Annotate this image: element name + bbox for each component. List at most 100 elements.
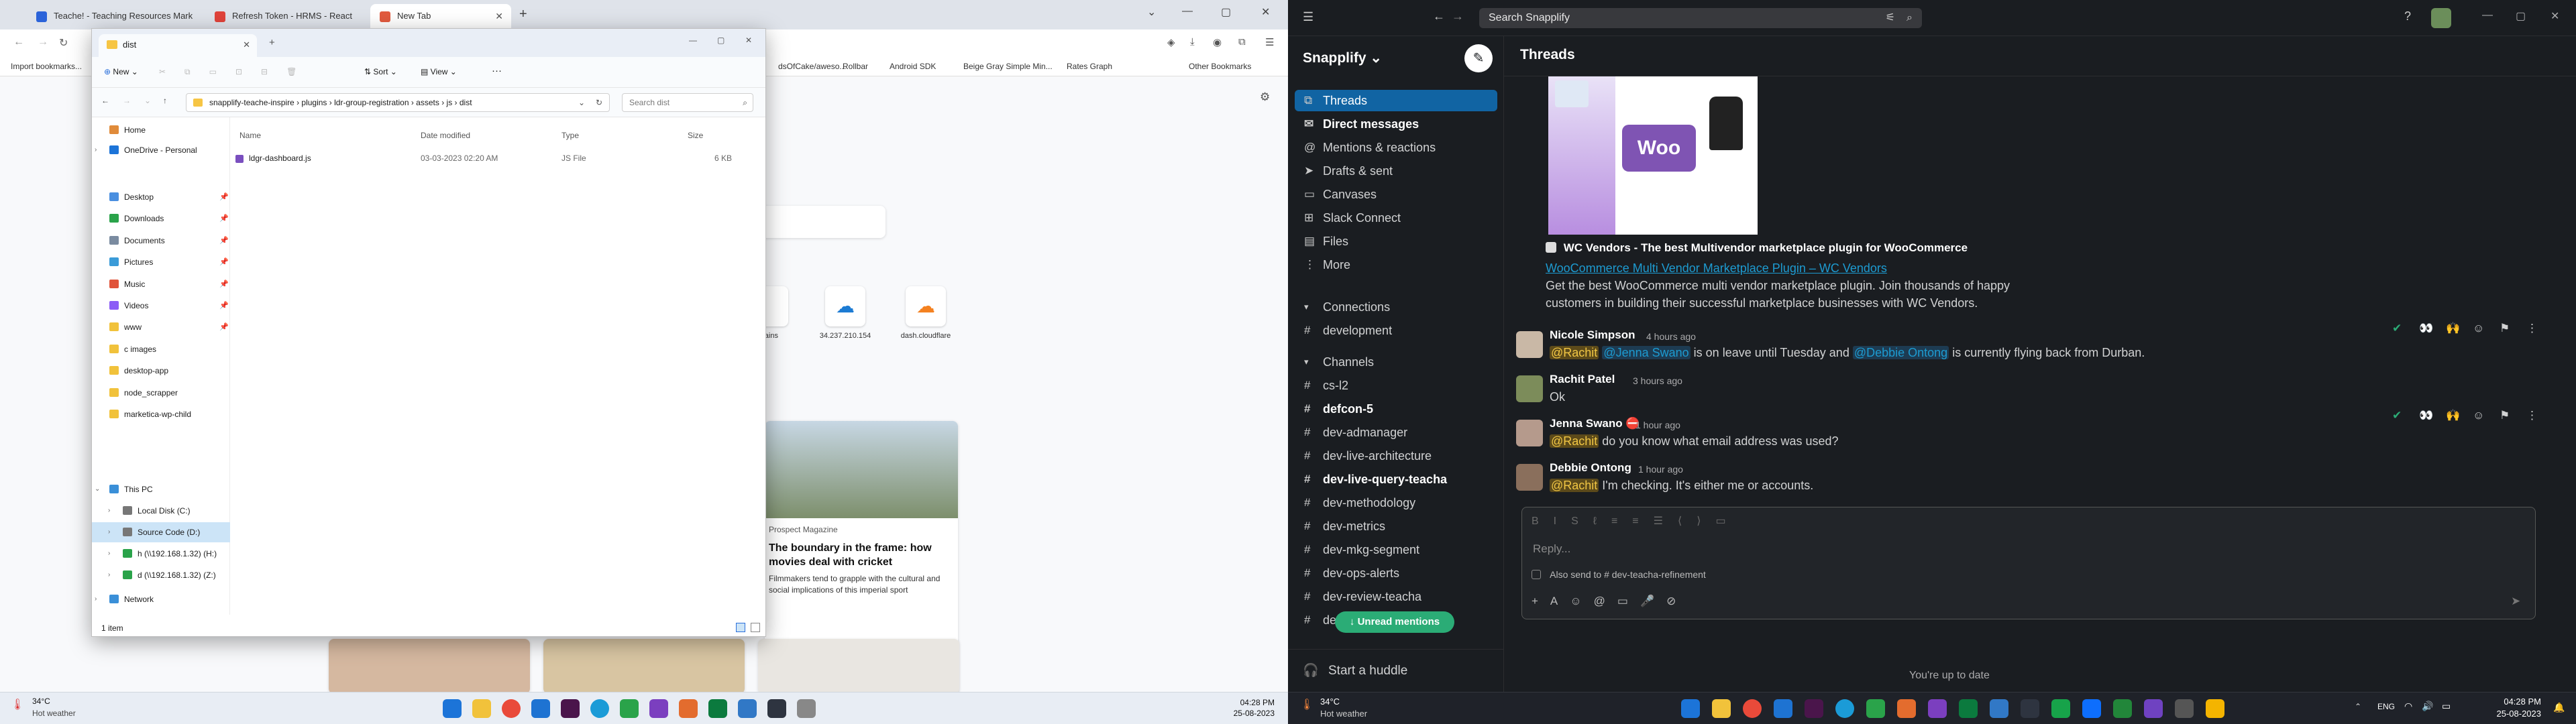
news-thumb-2[interactable]: [543, 639, 745, 694]
crumb[interactable]: snapplify-teache-inspire: [209, 98, 294, 107]
reply-input[interactable]: Reply...: [1533, 542, 1570, 556]
file-explorer-icon[interactable]: [1712, 699, 1731, 718]
nav-home[interactable]: Home: [92, 120, 230, 140]
news-thumb-3[interactable]: [758, 639, 959, 694]
message-time[interactable]: 1 hour ago: [1638, 464, 1683, 475]
column-size[interactable]: Size: [688, 131, 703, 140]
unfurl-title[interactable]: WC Vendors - The best Multivendor market…: [1546, 241, 1968, 255]
clock-time[interactable]: 04:28 PM: [1228, 698, 1275, 707]
crumb[interactable]: js: [447, 98, 453, 107]
sidebar-item-channel[interactable]: # dev-metrics: [1295, 516, 1497, 537]
refresh-icon[interactable]: ↻: [596, 94, 602, 111]
firefox-icon[interactable]: [1897, 699, 1916, 718]
sidebar-item-threads[interactable]: ⧉ Threads: [1295, 90, 1497, 111]
nav-this-pc[interactable]: ⌄ This PC: [92, 479, 230, 499]
huddle-bar[interactable]: 🎧 Start a huddle: [1288, 649, 1504, 692]
shortcut-ip[interactable]: ☁ 34.237.210.154: [813, 286, 877, 340]
firefox-icon[interactable]: [679, 699, 698, 718]
more-actions-icon[interactable]: ⋮: [2526, 322, 2538, 335]
nav-quick-item[interactable]: marketica-wp-child: [92, 404, 230, 424]
unread-mentions-button[interactable]: ↓ Unread mentions: [1335, 611, 1454, 633]
account-icon[interactable]: ◉: [1213, 36, 1222, 48]
sidebar-item-files[interactable]: ▤ Files: [1295, 231, 1497, 252]
more-options-button[interactable]: ···: [492, 65, 502, 76]
sidebar-item-channel[interactable]: # dev-mkg-segment: [1295, 539, 1497, 560]
search-input[interactable]: Search dist ⌕: [622, 93, 753, 112]
menu-icon[interactable]: ☰: [1265, 36, 1274, 48]
bookmark-icon[interactable]: ⚑: [2500, 322, 2510, 335]
workspace-name[interactable]: Snapplify ⌄: [1303, 50, 1382, 66]
minimize-icon[interactable]: —: [2482, 9, 2493, 21]
nav-drive[interactable]: › Local Disk (C:): [92, 501, 230, 521]
message-time[interactable]: 3 hours ago: [1633, 375, 1682, 386]
clock-date[interactable]: 25-08-2023: [2487, 709, 2542, 719]
avatar[interactable]: [2431, 8, 2451, 28]
pocket-icon[interactable]: ◈: [1167, 36, 1175, 48]
start-icon[interactable]: [443, 699, 462, 718]
sidebar-item-slack-connect[interactable]: ⊞ Slack Connect: [1295, 207, 1497, 229]
expand-chevron-icon[interactable]: ›: [108, 544, 110, 564]
nav-drive[interactable]: › Source Code (D:): [92, 522, 230, 542]
notification-icon[interactable]: 🔔: [2553, 702, 2565, 713]
message-time[interactable]: 1 hour ago: [1635, 420, 1680, 430]
app-icon[interactable]: [620, 699, 639, 718]
nav-quick-item[interactable]: node_scrapper: [92, 383, 230, 403]
app-icon[interactable]: [2082, 699, 2101, 718]
more-actions-icon[interactable]: ⋮: [2526, 409, 2538, 422]
maximize-icon[interactable]: ▢: [2516, 9, 2526, 23]
recent-icon[interactable]: ⌄: [144, 96, 151, 105]
maximize-icon[interactable]: ▢: [1221, 5, 1231, 19]
language-indicator[interactable]: ENG: [2377, 702, 2395, 711]
unfurl-link[interactable]: WooCommerce Multi Vendor Marketplace Plu…: [1546, 261, 1887, 276]
expand-chevron-icon[interactable]: ›: [95, 140, 97, 160]
message-author[interactable]: Nicole Simpson: [1550, 328, 1635, 342]
sidebar-item-channel[interactable]: # dev-ops-alerts: [1295, 562, 1497, 584]
crumb[interactable]: assets: [416, 98, 439, 107]
back-icon[interactable]: ←: [101, 96, 109, 105]
expand-chevron-icon[interactable]: ›: [108, 565, 110, 585]
clap-reaction-icon[interactable]: 🙌: [2446, 409, 2460, 422]
app-icon[interactable]: [2051, 699, 2070, 718]
app-icon[interactable]: [2175, 699, 2194, 718]
message-author[interactable]: Debbie Ontong: [1550, 461, 1631, 475]
wifi-icon[interactable]: ◠: [2404, 701, 2412, 712]
sort-button[interactable]: ⇅ Sort ⌄: [364, 67, 397, 76]
volume-icon[interactable]: 🔊: [2422, 701, 2433, 712]
back-icon[interactable]: ←: [1433, 9, 1445, 23]
sidebar-item-channel[interactable]: # dev-admanager: [1295, 422, 1497, 443]
mention[interactable]: @Debbie Ontong: [1852, 346, 1949, 359]
file-explorer-icon[interactable]: [472, 699, 491, 718]
forward-icon[interactable]: →: [123, 96, 131, 105]
bookmark-icon[interactable]: ⚑: [2500, 409, 2510, 422]
app-icon[interactable]: [2021, 699, 2039, 718]
message-author[interactable]: Rachit Patel: [1550, 373, 1615, 386]
expand-chevron-icon[interactable]: ›: [108, 501, 110, 521]
avatar[interactable]: [1516, 331, 1543, 358]
crumb[interactable]: ldr-group-registration: [334, 98, 409, 107]
bookmark-beige[interactable]: Beige Gray Simple Min...: [963, 62, 1053, 71]
avatar[interactable]: [1516, 464, 1543, 491]
app-icon[interactable]: [2144, 699, 2163, 718]
bookmark-import[interactable]: Import bookmarks...: [11, 62, 82, 71]
nav-quick-item[interactable]: Downloads 📌: [92, 208, 230, 229]
expand-chevron-icon[interactable]: ⌄: [95, 479, 100, 499]
eyes-reaction-icon[interactable]: 👀: [2419, 409, 2433, 422]
clap-reaction-icon[interactable]: 🙌: [2446, 322, 2460, 335]
minimize-icon[interactable]: —: [689, 36, 697, 45]
maximize-icon[interactable]: ▢: [717, 36, 724, 45]
nav-quick-item[interactable]: www 📌: [92, 317, 230, 337]
chrome-icon[interactable]: [502, 699, 521, 718]
search-input[interactable]: Search Snapplify ⚟ ⌕: [1479, 8, 1922, 28]
add-reaction-icon[interactable]: ☺: [2473, 409, 2484, 422]
app-icon[interactable]: [708, 699, 727, 718]
sidebar-item-mentions-reactions[interactable]: @ Mentions & reactions: [1295, 137, 1497, 158]
download-icon[interactable]: ⤓: [1190, 36, 1195, 48]
sidebar-item-drafts-sent[interactable]: ➤ Drafts & sent: [1295, 160, 1497, 182]
forward-icon[interactable]: →: [38, 36, 48, 48]
bookmark-other[interactable]: Other Bookmarks: [1189, 62, 1251, 71]
message-author[interactable]: Jenna Swano ⛔: [1550, 417, 1640, 430]
view-button[interactable]: ▤ View ⌄: [421, 67, 457, 76]
address-bar[interactable]: snapplify-teache-inspire › plugins › ldr…: [186, 93, 610, 112]
clock-time[interactable]: 04:28 PM: [2487, 697, 2541, 707]
column-date[interactable]: Date modified: [421, 131, 470, 140]
